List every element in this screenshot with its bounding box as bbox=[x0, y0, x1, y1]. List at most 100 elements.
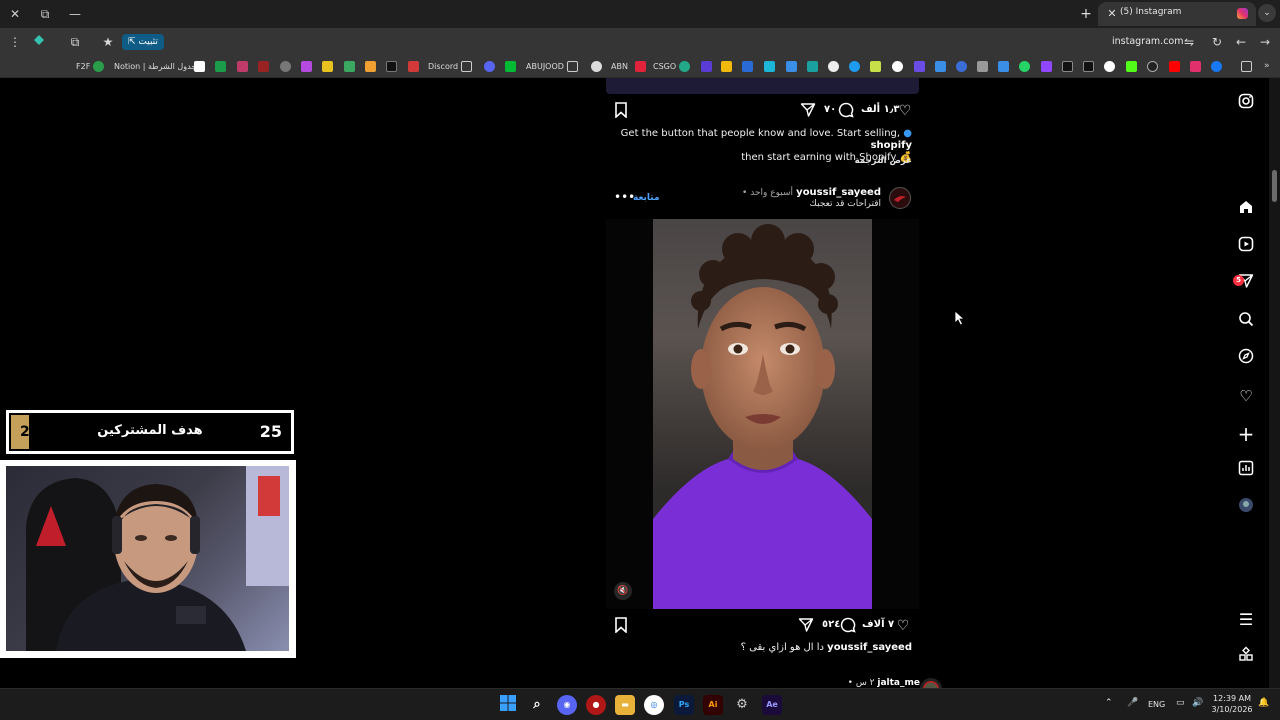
address-bar[interactable]: instagram.com bbox=[1112, 36, 1183, 47]
also-from-meta-icon[interactable] bbox=[1234, 645, 1258, 669]
search-icon[interactable] bbox=[1234, 310, 1258, 334]
avatar[interactable] bbox=[920, 678, 942, 688]
tab-close-icon[interactable]: ✕ bbox=[1104, 5, 1120, 23]
post-video[interactable]: 🔇 bbox=[606, 219, 919, 609]
x-icon[interactable] bbox=[1062, 61, 1073, 72]
bookmark-icon[interactable] bbox=[344, 61, 355, 72]
reload-icon[interactable]: ↻ bbox=[1208, 33, 1226, 51]
bookmark-abujood[interactable]: ABUJOOD bbox=[526, 60, 564, 74]
new-tab-button[interactable]: + bbox=[1078, 4, 1094, 24]
bookmark-icon[interactable] bbox=[258, 61, 269, 72]
bookmark-icon[interactable] bbox=[742, 61, 753, 72]
menu-kebab-icon[interactable]: ⋮ bbox=[6, 33, 24, 51]
tiktok-icon[interactable] bbox=[1083, 61, 1094, 72]
facebook-icon[interactable] bbox=[1211, 61, 1222, 72]
forward-icon[interactable]: → bbox=[1256, 33, 1274, 51]
file-explorer-icon[interactable]: ▬ bbox=[615, 695, 635, 715]
discord-icon[interactable]: ◉ bbox=[557, 695, 577, 715]
bookmark-f2f[interactable]: F2F bbox=[76, 60, 90, 74]
profile-avatar[interactable] bbox=[1234, 496, 1258, 520]
language-indicator[interactable]: ENG bbox=[1148, 700, 1165, 709]
avatar[interactable] bbox=[889, 187, 911, 209]
notifications-heart-icon[interactable]: ♡ bbox=[1234, 384, 1258, 408]
sheets-icon[interactable] bbox=[215, 61, 226, 72]
twitch-icon[interactable] bbox=[1041, 61, 1052, 72]
bookmark-icon[interactable] bbox=[237, 61, 248, 72]
volume-icon[interactable]: 🔊 bbox=[1192, 698, 1203, 708]
browser-tab-instagram[interactable]: ✕ (5) Instagram bbox=[1098, 2, 1256, 26]
comment-icon[interactable] bbox=[837, 102, 855, 120]
illustrator-icon[interactable]: Ai bbox=[703, 695, 723, 715]
share-icon[interactable] bbox=[799, 102, 817, 120]
notifications-icon[interactable]: 🔔 bbox=[1258, 698, 1269, 708]
network-icon[interactable]: ▭ bbox=[1176, 698, 1185, 708]
bookmarks-overflow-icon[interactable]: » bbox=[1264, 61, 1275, 72]
bookmark-star-icon[interactable]: ★ bbox=[99, 33, 117, 51]
save-icon[interactable] bbox=[612, 102, 630, 120]
search-icon[interactable]: ⌕ bbox=[527, 695, 547, 715]
mute-toggle-icon[interactable]: 🔇 bbox=[614, 582, 632, 600]
folder-icon[interactable] bbox=[461, 61, 472, 72]
bookmark-icon[interactable] bbox=[505, 61, 516, 72]
bookmark-icon[interactable] bbox=[365, 61, 376, 72]
photoshop-icon[interactable]: Ps bbox=[674, 695, 694, 715]
bookmark-icon[interactable] bbox=[977, 61, 988, 72]
create-plus-icon[interactable]: + bbox=[1234, 422, 1258, 446]
kick-icon[interactable] bbox=[1126, 61, 1137, 72]
tab-search-chevron-icon[interactable]: ⌄ bbox=[1258, 4, 1276, 22]
extension-icon[interactable] bbox=[30, 33, 48, 51]
caption-username[interactable]: shopify bbox=[871, 140, 912, 151]
caption-username[interactable]: youssif_sayeed bbox=[827, 642, 912, 653]
folder-icon[interactable] bbox=[567, 61, 578, 72]
google-icon[interactable] bbox=[1104, 61, 1115, 72]
app-icon[interactable]: ● bbox=[586, 695, 606, 715]
bookmark-discord[interactable]: Discord bbox=[428, 60, 458, 74]
bookmark-notion[interactable]: Notion | جدول الشرطة bbox=[114, 60, 196, 74]
window-restore-icon[interactable]: ⧉ bbox=[34, 4, 56, 24]
bookmark-icon[interactable] bbox=[322, 61, 333, 72]
bookmark-icon[interactable] bbox=[935, 61, 946, 72]
back-icon[interactable]: ← bbox=[1232, 33, 1250, 51]
apps-grid-icon[interactable] bbox=[1241, 61, 1252, 72]
instagram-logo-icon[interactable] bbox=[1234, 92, 1258, 116]
bookmark-icon[interactable] bbox=[301, 61, 312, 72]
next-post-username[interactable]: jalta_me bbox=[877, 678, 920, 688]
bookmark-icon[interactable] bbox=[786, 61, 797, 72]
bookmark-icon[interactable] bbox=[679, 61, 690, 72]
telegram-icon[interactable] bbox=[849, 61, 860, 72]
tiktok-icon[interactable] bbox=[386, 61, 397, 72]
bookmark-icon[interactable] bbox=[914, 61, 925, 72]
bookmark-icon[interactable] bbox=[635, 61, 646, 72]
bookmark-icon[interactable] bbox=[701, 61, 712, 72]
like-icon[interactable]: ♡ bbox=[894, 617, 912, 635]
bookmark-icon[interactable] bbox=[484, 61, 495, 72]
window-minimize-icon[interactable]: — bbox=[64, 4, 86, 24]
bookmark-abn[interactable]: ABN bbox=[611, 60, 628, 74]
after-effects-icon[interactable]: Ae bbox=[762, 695, 782, 715]
scrollbar-thumb[interactable] bbox=[1272, 170, 1277, 202]
site-settings-icon[interactable]: ⇋ bbox=[1180, 33, 1198, 51]
share-icon[interactable] bbox=[797, 617, 815, 635]
whatsapp-icon[interactable] bbox=[1019, 61, 1030, 72]
windows-start-icon[interactable] bbox=[498, 695, 518, 715]
bookmark-icon[interactable] bbox=[828, 61, 839, 72]
instagram-icon[interactable] bbox=[1190, 61, 1201, 72]
bookmark-icon[interactable] bbox=[956, 61, 967, 72]
tray-chevron-icon[interactable]: ⌃ bbox=[1105, 698, 1113, 708]
save-icon[interactable] bbox=[612, 617, 630, 635]
window-close-icon[interactable]: ✕ bbox=[4, 4, 26, 24]
bookmark-icon[interactable] bbox=[280, 61, 291, 72]
bookmark-csgo[interactable]: CSGO bbox=[653, 60, 676, 74]
dashboard-icon[interactable] bbox=[1234, 459, 1258, 483]
bookmark-icon[interactable] bbox=[807, 61, 818, 72]
binance-icon[interactable] bbox=[721, 61, 732, 72]
more-menu-icon[interactable]: ☰ bbox=[1234, 608, 1258, 632]
threads-icon[interactable] bbox=[1147, 61, 1158, 72]
bookmark-icon[interactable] bbox=[408, 61, 419, 72]
system-clock[interactable]: 12:39 AM 3/10/2026 bbox=[1210, 693, 1254, 715]
home-icon[interactable] bbox=[1234, 198, 1258, 222]
bookmark-icon[interactable] bbox=[764, 61, 775, 72]
extensions-puzzle-icon[interactable]: ⧉ bbox=[66, 33, 84, 51]
more-options-icon[interactable]: ••• bbox=[614, 190, 635, 204]
bookmark-icon[interactable] bbox=[892, 61, 903, 72]
